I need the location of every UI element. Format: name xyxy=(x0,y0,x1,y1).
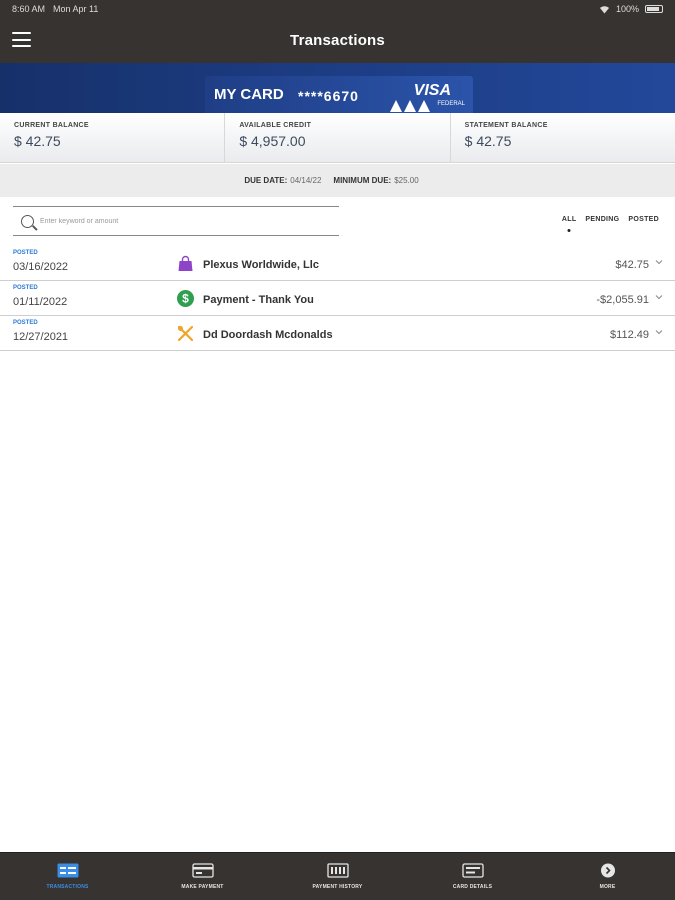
dollar-icon: $ xyxy=(177,290,194,307)
transaction-status: POSTED xyxy=(13,285,38,291)
battery-percent: 100% xyxy=(615,4,639,14)
card-logo-icon xyxy=(390,100,430,112)
status-date: Mon Apr 11 xyxy=(53,4,99,14)
svg-text:$: $ xyxy=(182,292,189,306)
tab-bar: TRANSACTIONS MAKE PAYMENT PAYMENT HISTOR… xyxy=(0,852,675,900)
statement-balance-label: STATEMENT BALANCE xyxy=(464,122,548,129)
transaction-row[interactable]: POSTED 03/16/2022 Plexus Worldwide, Llc … xyxy=(0,246,675,281)
visa-logo: VISA xyxy=(413,82,451,99)
tab-more[interactable]: MORE xyxy=(540,853,675,900)
available-credit: AVAILABLE CREDIT $ 4,957.00 xyxy=(225,113,451,162)
filter-all[interactable]: ALL xyxy=(562,216,577,223)
due-date-value: 04/14/22 xyxy=(290,176,322,185)
transaction-row[interactable]: POSTED 12/27/2021 Dd Doordash Mcdonalds … xyxy=(0,316,675,351)
make-payment-icon xyxy=(191,863,214,878)
chevron-down-icon[interactable] xyxy=(655,328,663,336)
transaction-date: 12/27/2021 xyxy=(13,331,69,343)
transaction-list: POSTED 03/16/2022 Plexus Worldwide, Llc … xyxy=(0,246,675,351)
due-bar: DUE DATE: 04/14/22 MINIMUM DUE: $25.00 xyxy=(0,164,675,197)
tab-label: MORE xyxy=(599,884,616,890)
transaction-description: Payment - Thank You xyxy=(203,294,314,306)
visa-sub: FEDERAL xyxy=(437,101,465,107)
status-bar: 8:60 AM Mon Apr 11 100% xyxy=(0,0,675,18)
transaction-amount: $42.75 xyxy=(615,259,649,271)
statement-balance: STATEMENT BALANCE $ 42.75 xyxy=(451,113,675,162)
transaction-date: 01/11/2022 xyxy=(13,296,68,308)
current-balance: CURRENT BALANCE $ 42.75 xyxy=(0,113,226,162)
filter-pending[interactable]: PENDING xyxy=(585,216,619,223)
transactions-icon xyxy=(57,863,78,878)
chevron-down-icon[interactable] xyxy=(655,293,663,301)
minimum-due-label: MINIMUM DUE: xyxy=(333,176,392,185)
page-title: Transactions xyxy=(290,32,385,49)
card-details-icon xyxy=(461,863,484,878)
tab-transactions[interactable]: TRANSACTIONS xyxy=(0,853,135,900)
current-balance-value: $ 42.75 xyxy=(14,133,61,149)
tab-payment-history[interactable]: PAYMENT HISTORY xyxy=(270,853,405,900)
nav-bar: Transactions xyxy=(0,18,675,63)
transaction-row[interactable]: POSTED 01/11/2022 $ Payment - Thank You … xyxy=(0,281,675,316)
available-credit-value: $ 4,957.00 xyxy=(239,133,306,149)
minimum-due-value: $25.00 xyxy=(394,176,419,185)
shopping-bag-icon xyxy=(178,255,193,271)
battery-icon xyxy=(645,5,663,13)
tab-label: CARD DETAILS xyxy=(452,884,493,890)
fork-knife-icon xyxy=(177,325,194,342)
search-input[interactable] xyxy=(40,217,320,225)
balance-summary: CURRENT BALANCE $ 42.75 AVAILABLE CREDIT… xyxy=(0,113,675,163)
current-balance-label: CURRENT BALANCE xyxy=(14,122,89,129)
transaction-amount: -$2,055.91 xyxy=(596,294,649,306)
search-icon xyxy=(21,214,34,228)
card-name: MY CARD xyxy=(214,86,284,103)
available-credit-label: AVAILABLE CREDIT xyxy=(239,122,312,129)
card-banner: MY CARD ****6670 VISA FEDERAL xyxy=(0,63,675,113)
transaction-filters: ALL PENDING POSTED xyxy=(562,216,659,223)
card-number: ****6670 xyxy=(298,88,359,104)
status-time: 8:60 AM xyxy=(12,4,46,14)
chevron-down-icon[interactable] xyxy=(655,258,663,266)
payment-history-icon xyxy=(326,863,349,878)
transaction-status: POSTED xyxy=(13,250,38,256)
transaction-date: 03/16/2022 xyxy=(13,261,69,273)
more-icon xyxy=(600,863,615,878)
transaction-amount: $112.49 xyxy=(610,329,649,341)
tab-make-payment[interactable]: MAKE PAYMENT xyxy=(135,853,270,900)
search-bar xyxy=(13,206,339,236)
transaction-status: POSTED xyxy=(13,320,38,326)
tab-label: TRANSACTIONS xyxy=(46,884,89,890)
menu-icon[interactable] xyxy=(12,32,31,47)
tab-label: PAYMENT HISTORY xyxy=(312,884,363,890)
wifi-icon xyxy=(599,5,609,13)
due-date-label: DUE DATE: xyxy=(244,176,288,185)
transaction-description: Plexus Worldwide, Llc xyxy=(203,259,319,271)
statement-balance-value: $ 42.75 xyxy=(464,133,512,149)
tab-card-details[interactable]: CARD DETAILS xyxy=(405,853,540,900)
card-image[interactable]: MY CARD ****6670 VISA FEDERAL xyxy=(205,76,473,113)
transaction-description: Dd Doordash Mcdonalds xyxy=(203,329,333,341)
filter-posted[interactable]: POSTED xyxy=(628,216,659,223)
tab-label: MAKE PAYMENT xyxy=(181,884,224,890)
